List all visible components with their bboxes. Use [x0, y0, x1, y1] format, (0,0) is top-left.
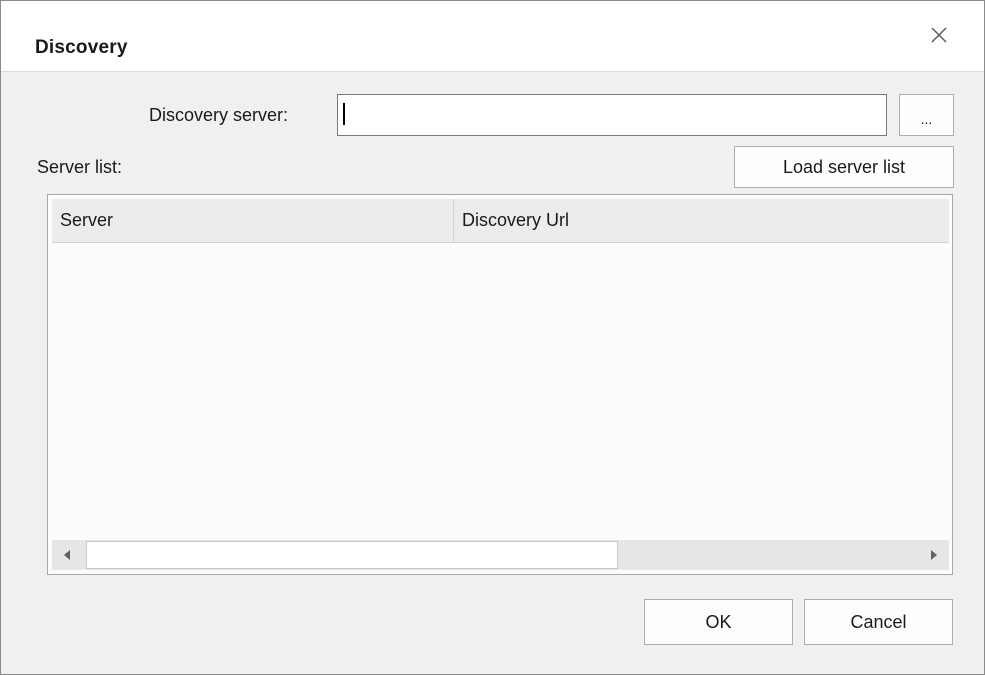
list-header: Server Discovery Url: [52, 199, 949, 243]
column-header-server-label: Server: [60, 210, 114, 230]
server-list-label: Server list:: [37, 157, 123, 177]
load-server-list-label: Load server list: [782, 156, 906, 177]
text-caret: [343, 103, 345, 125]
close-button[interactable]: [919, 15, 959, 55]
column-header-discovery-url[interactable]: Discovery Url: [454, 199, 949, 242]
scroll-left-arrow-icon: [64, 550, 70, 560]
title-bar: Discovery: [1, 1, 984, 72]
scroll-right-arrow-icon: [931, 550, 937, 560]
cancel-button-label: Cancel: [850, 611, 907, 632]
dialog-title: Discovery: [35, 37, 128, 58]
browse-button-label: ...: [920, 111, 933, 127]
ok-button[interactable]: OK: [644, 599, 793, 645]
load-server-list-button[interactable]: Load server list: [734, 146, 954, 188]
server-list-view[interactable]: Server Discovery Url: [47, 194, 953, 575]
column-header-discovery-url-label: Discovery Url: [462, 210, 570, 230]
cancel-button[interactable]: Cancel: [804, 599, 953, 645]
ok-button-label: OK: [705, 611, 732, 632]
scroll-left-button[interactable]: [52, 540, 82, 570]
scrollbar-thumb[interactable]: [86, 541, 618, 569]
browse-button[interactable]: ...: [899, 94, 954, 136]
discovery-server-label: Discovery server:: [149, 105, 289, 125]
close-icon: [931, 27, 947, 43]
discovery-dialog: Discovery Discovery server: ... Server l…: [0, 0, 985, 675]
discovery-server-input[interactable]: [337, 94, 887, 136]
horizontal-scrollbar[interactable]: [52, 540, 949, 570]
column-header-server[interactable]: Server: [52, 199, 454, 242]
scroll-right-button[interactable]: [919, 540, 949, 570]
